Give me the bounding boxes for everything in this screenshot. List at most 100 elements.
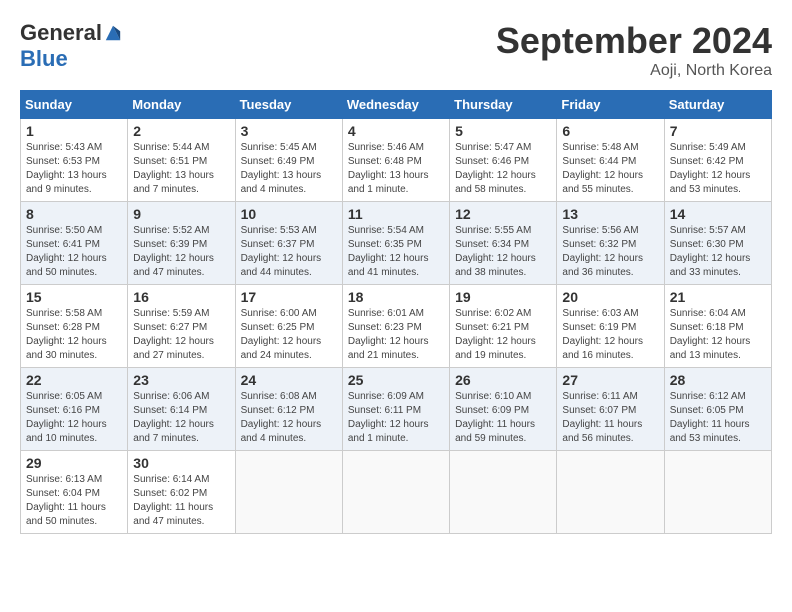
day-number: 23 — [133, 372, 229, 388]
calendar-cell: 13 Sunrise: 5:56 AMSunset: 6:32 PMDayligh… — [557, 202, 664, 285]
logo-blue-text: Blue — [20, 46, 68, 72]
day-info: Sunrise: 5:52 AMSunset: 6:39 PMDaylight:… — [133, 224, 229, 280]
calendar-cell — [450, 451, 557, 534]
calendar-cell: 29Sunrise: 6:13 AMSunset: 6:04 PMDayligh… — [21, 451, 128, 534]
day-number: 10 — [241, 206, 337, 222]
calendar-cell: 9 Sunrise: 5:52 AMSunset: 6:39 PMDaylight… — [128, 202, 235, 285]
calendar-cell: 1 Sunrise: 5:43 AMSunset: 6:53 PMDaylight… — [21, 119, 128, 202]
calendar-cell — [557, 451, 664, 534]
calendar-cell — [235, 451, 342, 534]
day-info: Sunrise: 5:48 AMSunset: 6:44 PMDaylight:… — [562, 141, 658, 197]
calendar-cell: 12 Sunrise: 5:55 AMSunset: 6:34 PMDayligh… — [450, 202, 557, 285]
day-info: Sunrise: 6:00 AMSunset: 6:25 PMDaylight:… — [241, 307, 337, 363]
day-number: 17 — [241, 289, 337, 305]
day-number: 24 — [241, 372, 337, 388]
header-sunday: Sunday — [21, 91, 128, 119]
logo: General Blue — [20, 20, 122, 72]
location-text: Aoji, North Korea — [496, 62, 772, 80]
day-number: 28 — [670, 372, 766, 388]
day-number: 21 — [670, 289, 766, 305]
calendar-cell: 26 Sunrise: 6:10 AMSunset: 6:09 PMDayligh… — [450, 368, 557, 451]
header-saturday: Saturday — [664, 91, 771, 119]
calendar-cell: 18Sunrise: 6:01 AMSunset: 6:23 PMDayligh… — [342, 285, 449, 368]
calendar-week-row: 29Sunrise: 6:13 AMSunset: 6:04 PMDayligh… — [21, 451, 772, 534]
day-number: 9 — [133, 206, 229, 222]
calendar-cell: 27 Sunrise: 6:11 AMSunset: 6:07 PMDayligh… — [557, 368, 664, 451]
calendar-cell: 16Sunrise: 5:59 AMSunset: 6:27 PMDayligh… — [128, 285, 235, 368]
day-number: 14 — [670, 206, 766, 222]
day-info: Sunrise: 6:05 AMSunset: 6:16 PMDaylight:… — [26, 390, 122, 446]
calendar-header-row: SundayMondayTuesdayWednesdayThursdayFrid… — [21, 91, 772, 119]
calendar-table: SundayMondayTuesdayWednesdayThursdayFrid… — [20, 90, 772, 534]
day-number: 27 — [562, 372, 658, 388]
day-info: Sunrise: 5:49 AMSunset: 6:42 PMDaylight:… — [670, 141, 766, 197]
calendar-cell: 5Sunrise: 5:47 AMSunset: 6:46 PMDaylight… — [450, 119, 557, 202]
day-number: 12 — [455, 206, 551, 222]
day-info: Sunrise: 5:45 AMSunset: 6:49 PMDaylight:… — [241, 141, 337, 197]
calendar-cell: 15Sunrise: 5:58 AMSunset: 6:28 PMDayligh… — [21, 285, 128, 368]
calendar-week-row: 1 Sunrise: 5:43 AMSunset: 6:53 PMDaylight… — [21, 119, 772, 202]
calendar-cell: 22 Sunrise: 6:05 AMSunset: 6:16 PMDayligh… — [21, 368, 128, 451]
calendar-cell: 28Sunrise: 6:12 AMSunset: 6:05 PMDayligh… — [664, 368, 771, 451]
day-info: Sunrise: 6:14 AMSunset: 6:02 PMDaylight:… — [133, 473, 229, 529]
day-info: Sunrise: 6:04 AMSunset: 6:18 PMDaylight:… — [670, 307, 766, 363]
day-number: 13 — [562, 206, 658, 222]
calendar-cell: 4Sunrise: 5:46 AMSunset: 6:48 PMDaylight… — [342, 119, 449, 202]
day-info: Sunrise: 6:06 AMSunset: 6:14 PMDaylight:… — [133, 390, 229, 446]
title-section: September 2024 Aoji, North Korea — [496, 20, 772, 80]
calendar-cell: 21 Sunrise: 6:04 AMSunset: 6:18 PMDayligh… — [664, 285, 771, 368]
day-number: 20 — [562, 289, 658, 305]
day-number: 22 — [26, 372, 122, 388]
day-info: Sunrise: 5:56 AMSunset: 6:32 PMDaylight:… — [562, 224, 658, 280]
calendar-week-row: 22 Sunrise: 6:05 AMSunset: 6:16 PMDayligh… — [21, 368, 772, 451]
day-info: Sunrise: 5:54 AMSunset: 6:35 PMDaylight:… — [348, 224, 444, 280]
day-number: 26 — [455, 372, 551, 388]
day-info: Sunrise: 6:09 AMSunset: 6:11 PMDaylight:… — [348, 390, 444, 446]
day-info: Sunrise: 5:47 AMSunset: 6:46 PMDaylight:… — [455, 141, 551, 197]
day-number: 25 — [348, 372, 444, 388]
day-info: Sunrise: 5:53 AMSunset: 6:37 PMDaylight:… — [241, 224, 337, 280]
day-number: 3 — [241, 123, 337, 139]
calendar-week-row: 8 Sunrise: 5:50 AMSunset: 6:41 PMDaylight… — [21, 202, 772, 285]
day-number: 1 — [26, 123, 122, 139]
calendar-cell: 11 Sunrise: 5:54 AMSunset: 6:35 PMDayligh… — [342, 202, 449, 285]
day-info: Sunrise: 5:44 AMSunset: 6:51 PMDaylight:… — [133, 141, 229, 197]
calendar-cell: 30 Sunrise: 6:14 AMSunset: 6:02 PMDayligh… — [128, 451, 235, 534]
calendar-cell: 14Sunrise: 5:57 AMSunset: 6:30 PMDayligh… — [664, 202, 771, 285]
calendar-cell: 2Sunrise: 5:44 AMSunset: 6:51 PMDaylight… — [128, 119, 235, 202]
day-number: 19 — [455, 289, 551, 305]
header-wednesday: Wednesday — [342, 91, 449, 119]
header-thursday: Thursday — [450, 91, 557, 119]
day-number: 7 — [670, 123, 766, 139]
day-info: Sunrise: 6:03 AMSunset: 6:19 PMDaylight:… — [562, 307, 658, 363]
day-info: Sunrise: 5:55 AMSunset: 6:34 PMDaylight:… — [455, 224, 551, 280]
day-info: Sunrise: 6:13 AMSunset: 6:04 PMDaylight:… — [26, 473, 122, 529]
calendar-cell: 24 Sunrise: 6:08 AMSunset: 6:12 PMDayligh… — [235, 368, 342, 451]
day-info: Sunrise: 5:43 AMSunset: 6:53 PMDaylight:… — [26, 141, 122, 197]
header-tuesday: Tuesday — [235, 91, 342, 119]
day-number: 4 — [348, 123, 444, 139]
day-info: Sunrise: 6:01 AMSunset: 6:23 PMDaylight:… — [348, 307, 444, 363]
month-title: September 2024 — [496, 20, 772, 62]
day-number: 30 — [133, 455, 229, 471]
calendar-cell: 19 Sunrise: 6:02 AMSunset: 6:21 PMDayligh… — [450, 285, 557, 368]
day-info: Sunrise: 6:11 AMSunset: 6:07 PMDaylight:… — [562, 390, 658, 446]
calendar-cell: 8 Sunrise: 5:50 AMSunset: 6:41 PMDaylight… — [21, 202, 128, 285]
logo-general-text: General — [20, 20, 102, 46]
calendar-cell: 20 Sunrise: 6:03 AMSunset: 6:19 PMDayligh… — [557, 285, 664, 368]
day-info: Sunrise: 6:08 AMSunset: 6:12 PMDaylight:… — [241, 390, 337, 446]
logo-icon — [104, 24, 122, 42]
calendar-cell: 6Sunrise: 5:48 AMSunset: 6:44 PMDaylight… — [557, 119, 664, 202]
calendar-cell: 3 Sunrise: 5:45 AMSunset: 6:49 PMDaylight… — [235, 119, 342, 202]
day-info: Sunrise: 6:02 AMSunset: 6:21 PMDaylight:… — [455, 307, 551, 363]
calendar-cell: 23 Sunrise: 6:06 AMSunset: 6:14 PMDayligh… — [128, 368, 235, 451]
calendar-cell — [342, 451, 449, 534]
day-number: 16 — [133, 289, 229, 305]
day-number: 11 — [348, 206, 444, 222]
day-info: Sunrise: 5:58 AMSunset: 6:28 PMDaylight:… — [26, 307, 122, 363]
day-info: Sunrise: 6:10 AMSunset: 6:09 PMDaylight:… — [455, 390, 551, 446]
day-number: 8 — [26, 206, 122, 222]
calendar-cell: 10 Sunrise: 5:53 AMSunset: 6:37 PMDayligh… — [235, 202, 342, 285]
day-info: Sunrise: 5:50 AMSunset: 6:41 PMDaylight:… — [26, 224, 122, 280]
calendar-cell: 7 Sunrise: 5:49 AMSunset: 6:42 PMDaylight… — [664, 119, 771, 202]
